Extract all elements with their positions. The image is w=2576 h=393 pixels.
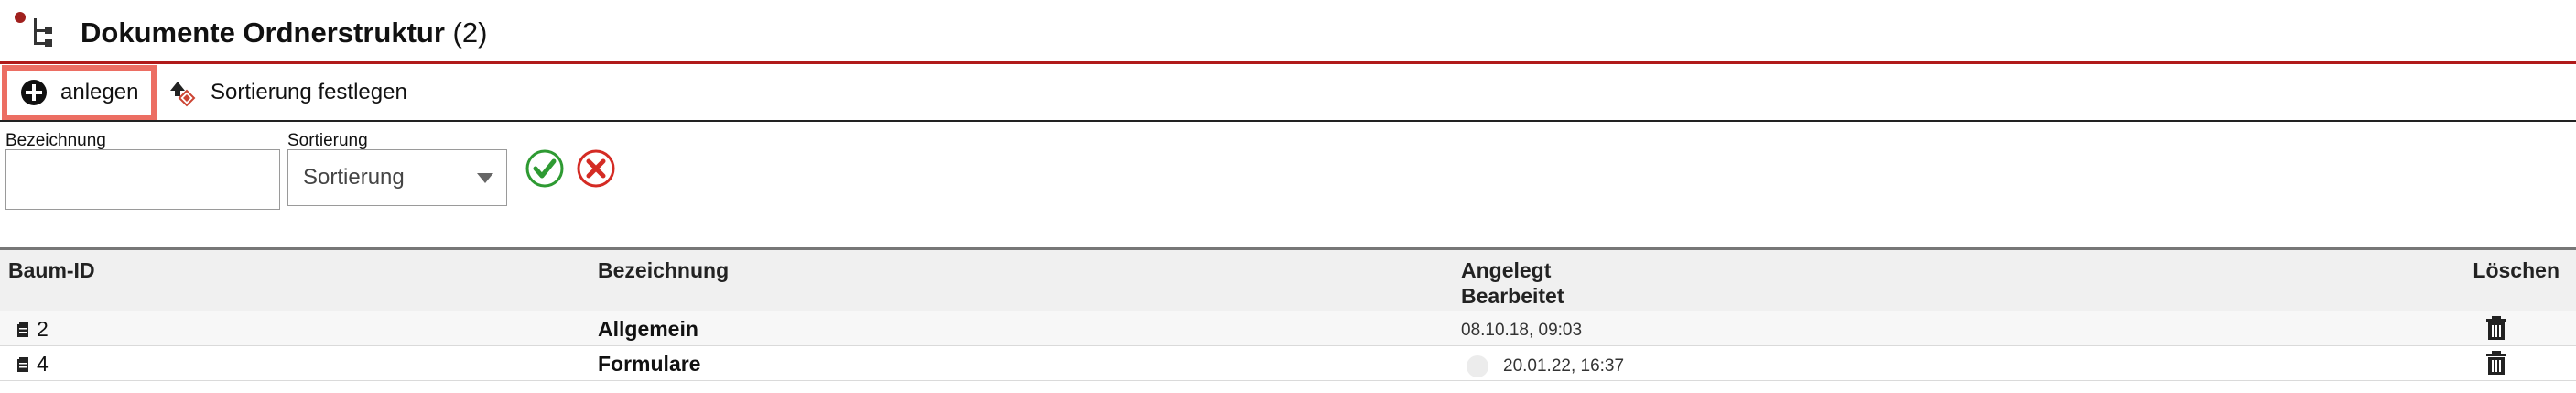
row-bezeichnung[interactable]: Allgemein	[598, 317, 698, 342]
row-date-cell: 08.10.18, 09:03	[1461, 321, 1582, 341]
table-row[interactable]: 4 Formulare 20.01.22, 16:37	[0, 346, 2576, 381]
set-sorting-button[interactable]: Sortierung festlegen	[167, 70, 407, 115]
column-header-bearbeitet: Bearbeitet	[1461, 284, 1564, 308]
column-header-dates[interactable]: Angelegt Bearbeitet	[1461, 257, 1564, 309]
sort-order-icon	[170, 82, 196, 107]
create-button-label: anlegen	[60, 80, 139, 104]
bezeichnung-filter-label: Bezeichnung	[5, 131, 106, 150]
document-icon	[17, 356, 28, 372]
page-title-count: (2)	[452, 16, 488, 49]
page-title: Dokumente Ordnerstruktur (2)	[81, 16, 487, 49]
row-date-cell: 20.01.22, 16:37	[1461, 355, 1624, 377]
row-id: 4	[37, 352, 49, 376]
row-id-cell: 2	[16, 317, 49, 342]
folder-tree-icon	[15, 12, 52, 47]
filter-bar: Bezeichnung Sortierung Sortierung	[0, 124, 2576, 247]
row-date: 20.01.22, 16:37	[1503, 356, 1625, 376]
column-header-loeschen: Löschen	[2473, 258, 2560, 282]
page-header: Dokumente Ordnerstruktur (2)	[0, 0, 2576, 64]
bezeichnung-filter-input[interactable]	[5, 149, 280, 210]
set-sorting-label: Sortierung festlegen	[211, 80, 407, 104]
table-row[interactable]: 2 Allgemein 08.10.18, 09:03	[0, 311, 2576, 346]
column-header-angelegt: Angelegt	[1461, 258, 1552, 282]
sortierung-select-value: Sortierung	[303, 165, 405, 190]
plus-circle-icon	[21, 80, 47, 105]
checkmark-icon[interactable]	[525, 149, 564, 188]
column-header-bezeichnung[interactable]: Bezeichnung	[598, 257, 729, 283]
page-title-text: Dokumente Ordnerstruktur	[81, 16, 445, 49]
cancel-x-icon[interactable]	[577, 149, 615, 188]
trash-icon[interactable]	[2484, 350, 2508, 376]
row-bezeichnung[interactable]: Formulare	[598, 352, 700, 377]
sortierung-select[interactable]: Sortierung	[287, 149, 507, 206]
column-header-id[interactable]: Baum-ID	[8, 257, 95, 283]
row-id-cell: 4	[16, 352, 49, 377]
row-date: 08.10.18, 09:03	[1461, 321, 1583, 340]
status-dot-icon	[1467, 355, 1488, 377]
row-id: 2	[37, 317, 49, 341]
create-button[interactable]: anlegen	[2, 65, 157, 120]
table-header: Baum-ID Bezeichnung Angelegt Bearbeitet …	[0, 247, 2576, 311]
document-icon	[17, 322, 28, 337]
trash-icon[interactable]	[2484, 315, 2508, 341]
toolbar: anlegen Sortierung festlegen	[0, 64, 2576, 122]
sortierung-filter-label: Sortierung	[287, 131, 368, 150]
chevron-down-icon	[477, 173, 493, 183]
folder-table: Baum-ID Bezeichnung Angelegt Bearbeitet …	[0, 247, 2576, 393]
